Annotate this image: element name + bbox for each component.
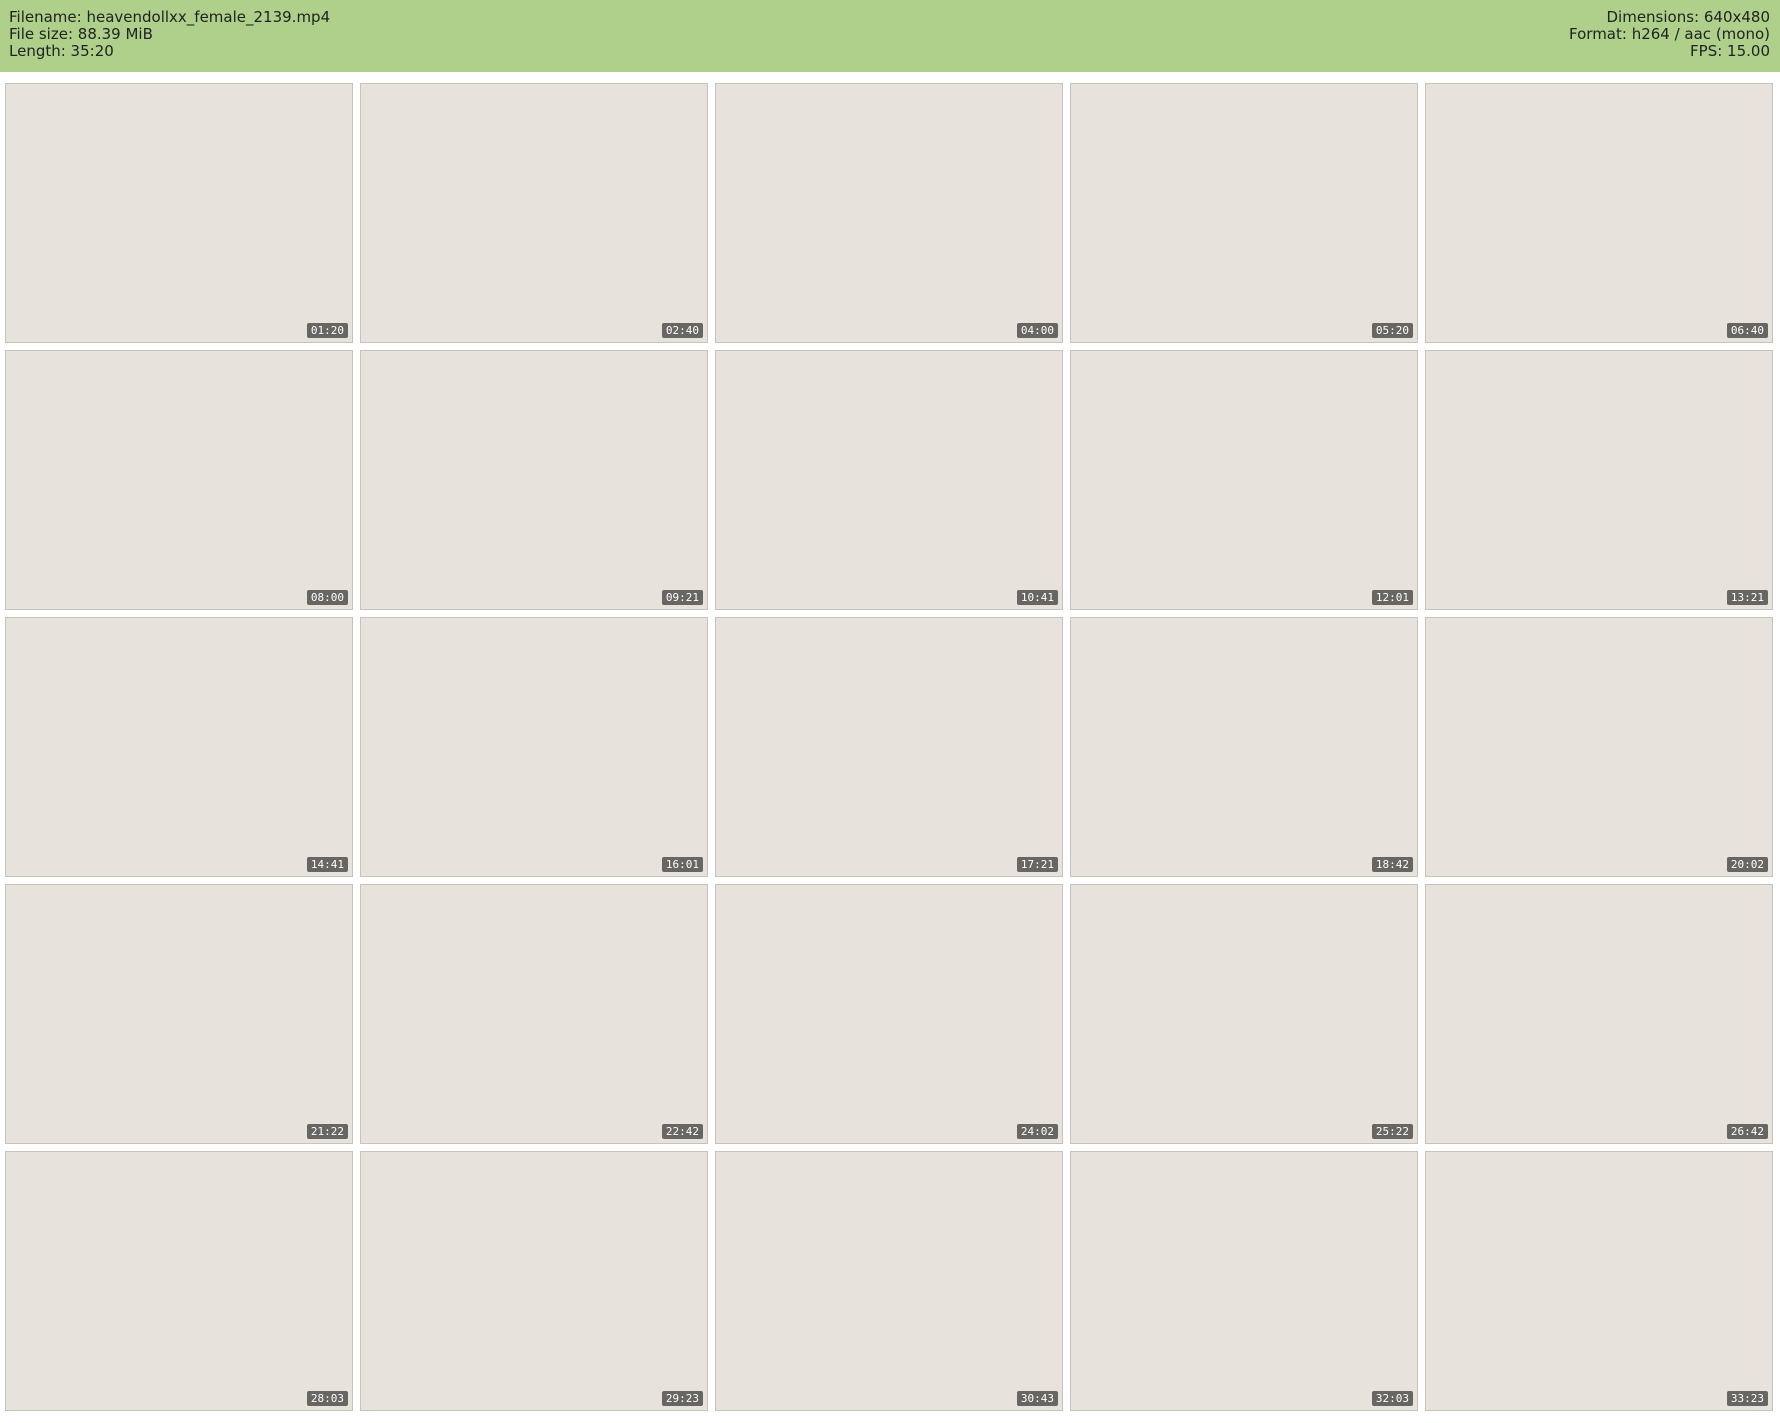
- thumbnail-placeholder[interactable]: 29:23: [360, 1151, 708, 1411]
- thumbnail-placeholder[interactable]: 01:20: [5, 83, 353, 343]
- thumbnail-placeholder[interactable]: 33:23: [1425, 1151, 1773, 1411]
- timestamp-label: 08:00: [306, 590, 348, 605]
- timestamp-label: 05:20: [1371, 323, 1413, 338]
- timestamp-label: 12:01: [1371, 590, 1413, 605]
- thumbnail-placeholder[interactable]: 28:03: [5, 1151, 353, 1411]
- timestamp-label: 04:00: [1016, 323, 1058, 338]
- thumbnail-placeholder[interactable]: 17:21: [715, 617, 1063, 877]
- timestamp-label: 02:40: [661, 323, 703, 338]
- thumbnail-placeholder[interactable]: 09:21: [360, 350, 708, 610]
- timestamp-label: 13:21: [1726, 590, 1768, 605]
- format-text: Format: h264 / aac (mono): [1569, 25, 1770, 43]
- timestamp-label: 21:22: [306, 1124, 348, 1139]
- thumbnail-placeholder[interactable]: 30:43: [715, 1151, 1063, 1411]
- thumbnail-placeholder[interactable]: 05:20: [1070, 83, 1418, 343]
- timestamp-label: 22:42: [661, 1124, 703, 1139]
- thumbnail-placeholder[interactable]: 18:42: [1070, 617, 1418, 877]
- timestamp-label: 28:03: [306, 1391, 348, 1406]
- timestamp-label: 16:01: [661, 857, 703, 872]
- info-header: Filename: heavendollxx_female_2139.mp4 F…: [0, 0, 1780, 72]
- timestamp-label: 24:02: [1016, 1124, 1058, 1139]
- thumbnail-placeholder[interactable]: 16:01: [360, 617, 708, 877]
- thumbnail-placeholder[interactable]: 26:42: [1425, 884, 1773, 1144]
- thumbnail-placeholder[interactable]: 32:03: [1070, 1151, 1418, 1411]
- thumbnail-placeholder[interactable]: 22:42: [360, 884, 708, 1144]
- filesize-text: File size: 88.39 MiB: [9, 25, 153, 43]
- timestamp-label: 18:42: [1371, 857, 1413, 872]
- timestamp-label: 17:21: [1016, 857, 1058, 872]
- timestamp-label: 01:20: [306, 323, 348, 338]
- thumbnail-grid: 01:20 02:40 04:00 05:20 06:40 08:00 09:21 10:41…: [5, 83, 1773, 1411]
- fps-text: FPS: 15.00: [1690, 42, 1770, 60]
- timestamp-label: 30:43: [1016, 1391, 1058, 1406]
- thumbnail-placeholder[interactable]: 13:21: [1425, 350, 1773, 610]
- thumbnail-placeholder[interactable]: 25:22: [1070, 884, 1418, 1144]
- thumbnail-placeholder[interactable]: 10:41: [715, 350, 1063, 610]
- video-meta: Dimensions: 640x480 Format: h264 / aac (…: [1569, 9, 1770, 60]
- dimensions-text: Dimensions: 640x480: [1606, 8, 1770, 26]
- thumbnail-placeholder[interactable]: 14:41: [5, 617, 353, 877]
- timestamp-label: 10:41: [1016, 590, 1058, 605]
- timestamp-label: 20:02: [1726, 857, 1768, 872]
- thumbnail-placeholder[interactable]: 24:02: [715, 884, 1063, 1144]
- thumbnail-placeholder[interactable]: 12:01: [1070, 350, 1418, 610]
- thumbnail-placeholder[interactable]: 04:00: [715, 83, 1063, 343]
- thumbnail-placeholder[interactable]: 02:40: [360, 83, 708, 343]
- timestamp-label: 32:03: [1371, 1391, 1413, 1406]
- thumbnail-placeholder[interactable]: 20:02: [1425, 617, 1773, 877]
- filename-text: Filename: heavendollxx_female_2139.mp4: [9, 8, 331, 26]
- timestamp-label: 26:42: [1726, 1124, 1768, 1139]
- timestamp-label: 33:23: [1726, 1391, 1768, 1406]
- timestamp-label: 14:41: [306, 857, 348, 872]
- timestamp-label: 25:22: [1371, 1124, 1413, 1139]
- length-text: Length: 35:20: [9, 42, 114, 60]
- timestamp-label: 29:23: [661, 1391, 703, 1406]
- thumbnail-placeholder[interactable]: 21:22: [5, 884, 353, 1144]
- thumbnail-placeholder[interactable]: 08:00: [5, 350, 353, 610]
- timestamp-label: 06:40: [1726, 323, 1768, 338]
- file-meta: Filename: heavendollxx_female_2139.mp4 F…: [9, 9, 330, 60]
- thumbnail-placeholder[interactable]: 06:40: [1425, 83, 1773, 343]
- timestamp-label: 09:21: [661, 590, 703, 605]
